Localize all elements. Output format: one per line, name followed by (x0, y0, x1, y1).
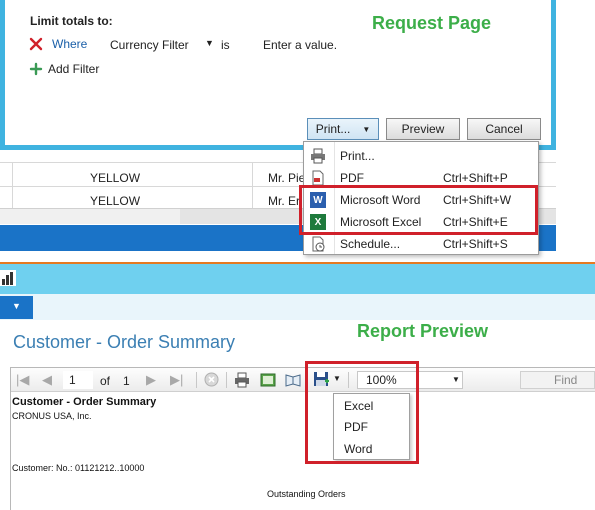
add-filter-button[interactable]: Add Filter (48, 62, 99, 76)
page-of-label: of (100, 374, 111, 388)
first-page-icon[interactable]: |◀ (16, 372, 29, 388)
last-page-icon[interactable]: ▶| (170, 372, 183, 388)
report-preview-callout: Report Preview (357, 321, 489, 341)
report-viewer-toolbar (11, 368, 595, 392)
printer-icon[interactable] (234, 372, 250, 388)
grid-cell-name: Mr. Pie (268, 171, 306, 185)
chevron-down-icon: ▼ (452, 375, 460, 384)
toolbar-separator (226, 372, 227, 388)
chart-icon[interactable] (0, 270, 16, 286)
chevron-down-icon[interactable]: ▼ (205, 38, 214, 48)
filter-field-select[interactable]: Currency Filter (110, 38, 189, 52)
schedule-icon (310, 236, 326, 252)
print-button[interactable]: Print... ▼ (307, 118, 379, 140)
report-company: CRONUS USA, Inc. (12, 411, 92, 421)
page-title: Customer - Order Summary (13, 332, 236, 352)
page-total: 1 (123, 374, 130, 388)
menu-item-label: PDF (340, 171, 364, 185)
chevron-down-icon: ▼ (362, 124, 371, 134)
app-header-bar (0, 264, 595, 294)
find-button[interactable]: Find (520, 371, 595, 389)
filter-value-input[interactable]: Enter a value. (263, 38, 337, 52)
highlight-box-export (305, 361, 419, 464)
report-section-heading: Outstanding Orders (267, 489, 346, 499)
menu-item-print[interactable]: Print... (304, 145, 538, 167)
where-label: Where (52, 37, 88, 51)
plus-icon[interactable] (29, 62, 43, 76)
print-button-label: Print... (315, 122, 351, 136)
grid-column-divider (252, 162, 253, 208)
filter-field-label: Currency Filter (110, 38, 189, 52)
next-page-icon[interactable]: ▶ (146, 372, 156, 388)
previous-page-icon[interactable]: ◀ (42, 372, 52, 388)
grid-column-divider (12, 162, 13, 208)
grid-cell-color: YELLOW (90, 194, 141, 208)
is-label: is (221, 38, 230, 52)
chevron-down-icon: ▼ (12, 301, 21, 311)
page-layout-icon[interactable] (260, 372, 276, 388)
stop-icon[interactable] (204, 372, 219, 387)
pdf-icon (310, 170, 326, 186)
limit-totals-label: Limit totals to: (30, 14, 113, 28)
horizontal-scrollbar-thumb[interactable] (0, 208, 180, 224)
page-number-input[interactable]: 1 (63, 371, 93, 389)
report-filter-line: Customer: No.: 01121212..10000 (12, 463, 145, 473)
printer-icon (310, 148, 326, 164)
menu-item-shortcut: Ctrl+Shift+S (443, 237, 508, 251)
ribbon-expand-button[interactable]: ▼ (0, 296, 33, 319)
ribbon-bar (0, 294, 595, 320)
cancel-button[interactable]: Cancel (467, 118, 541, 140)
preview-button[interactable]: Preview (386, 118, 460, 140)
request-page-callout: Request Page (372, 13, 492, 33)
toolbar-separator (196, 372, 197, 388)
menu-item-shortcut: Ctrl+Shift+P (443, 171, 508, 185)
menu-item-label: Print... (340, 149, 375, 163)
highlight-box-word-excel (299, 185, 538, 235)
page-setup-icon[interactable] (285, 372, 301, 388)
grid-cell-color: YELLOW (90, 171, 141, 185)
x-icon[interactable] (29, 37, 43, 51)
menu-item-label: Schedule... (340, 237, 401, 251)
menu-item-schedule[interactable]: Schedule... Ctrl+Shift+S (304, 233, 538, 255)
grid-cell-name: Mr. Er (268, 194, 300, 208)
right-margin (556, 0, 595, 262)
report-heading: Customer - Order Summary (12, 396, 157, 408)
